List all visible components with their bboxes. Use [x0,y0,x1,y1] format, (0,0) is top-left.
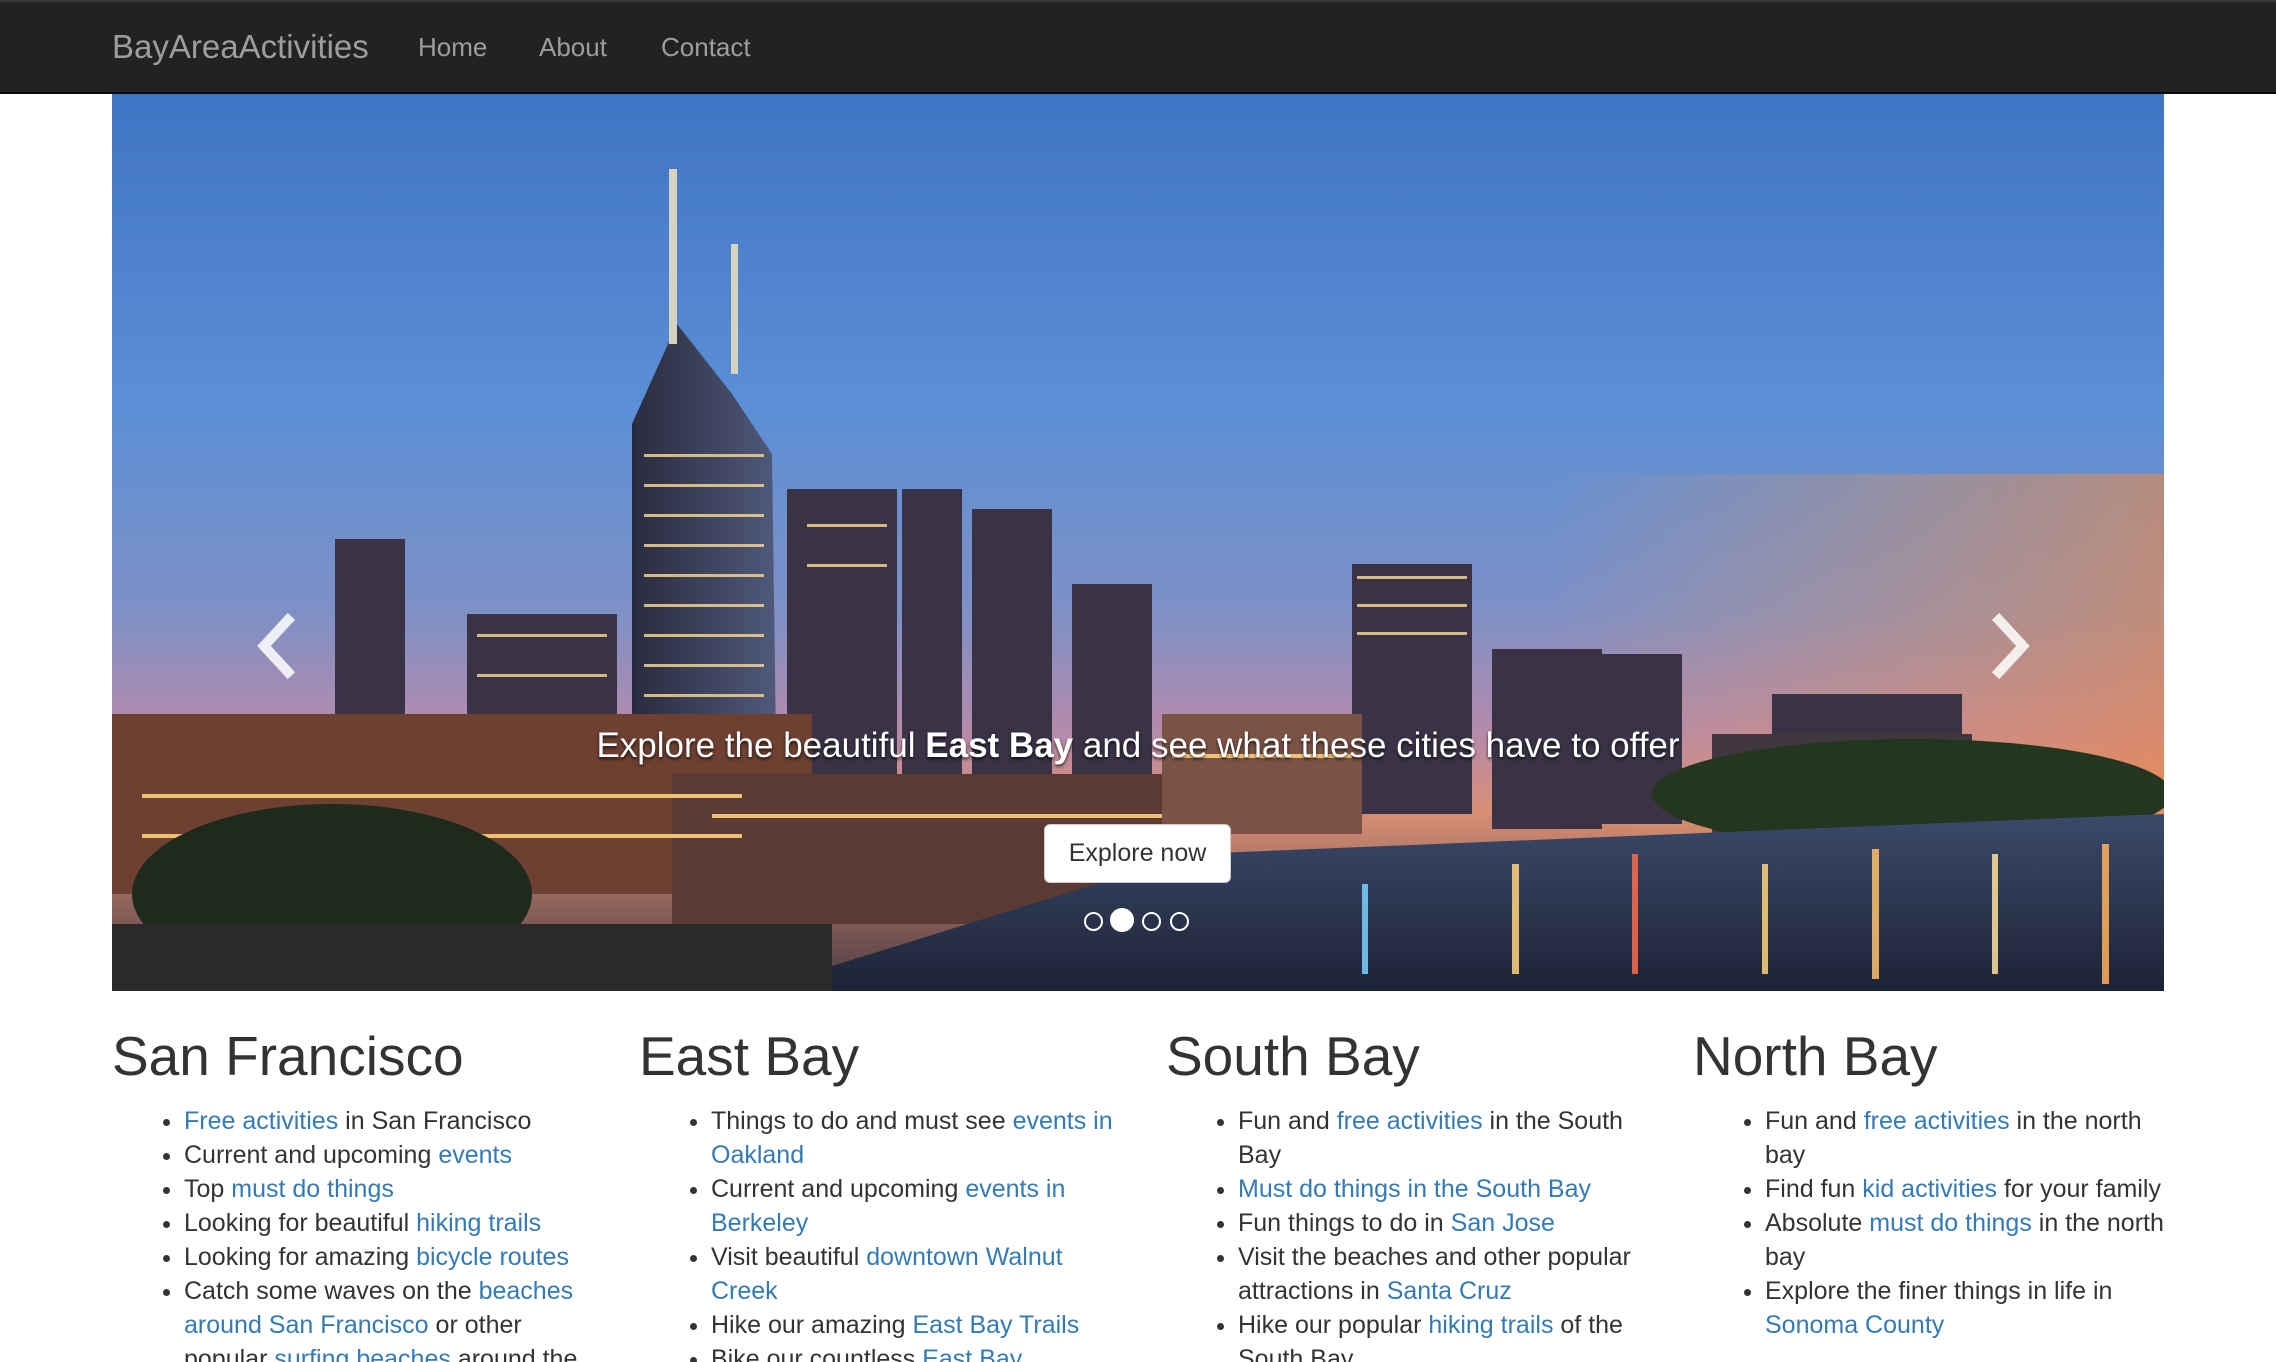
explore-now-button[interactable]: Explore now [1044,824,1231,883]
list-text: Catch some waves on the [184,1277,479,1305]
carousel-next-control[interactable] [1979,606,2039,686]
list-text: Fun things to do in [1238,1209,1451,1237]
region-column-east-bay: East Bay Things to do and must see event… [639,1020,1129,1362]
region-heading: North Bay [1693,1025,1938,1087]
list-text: Current and upcoming [184,1141,439,1169]
list-item: Hike our popular hiking trails of the So… [1238,1308,1656,1362]
list-text: Top [184,1175,232,1203]
list-item: Bike our countless East Bay [711,1342,1129,1362]
list-text: Things to do and must see [711,1107,1013,1135]
list-text: Current and upcoming [711,1175,966,1203]
activity-link[interactable]: bicycle routes [416,1243,569,1271]
activity-list: Things to do and must see events in Oakl… [639,1104,1129,1362]
list-item: Fun and free activities in the South Bay [1238,1104,1656,1172]
list-item: Fun things to do in San Jose [1238,1206,1656,1240]
list-item: Current and upcoming events [184,1138,602,1172]
list-text: Hike our popular [1238,1311,1429,1339]
list-item: Visit the beaches and other popular attr… [1238,1240,1656,1308]
list-text: Visit beautiful [711,1243,867,1271]
activity-link[interactable]: San Jose [1451,1209,1555,1237]
list-item: Top must do things [184,1172,602,1206]
carousel-indicator-2[interactable] [1110,908,1134,932]
list-text: Fun and [1765,1107,1864,1135]
list-item: Fun and free activities in the north bay [1765,1104,2183,1172]
activity-link[interactable]: kid activities [1862,1175,1997,1203]
activity-list: Free activities in San Francisco Current… [112,1104,602,1362]
list-item: Looking for amazing bicycle routes [184,1240,602,1274]
list-text: Looking for beautiful [184,1209,417,1237]
region-heading: East Bay [639,1025,860,1087]
region-heading: South Bay [1166,1025,1420,1087]
carousel-indicator-1[interactable] [1084,912,1103,931]
activity-link[interactable]: Santa Cruz [1387,1277,1512,1305]
list-text: in San Francisco [338,1107,532,1135]
chevron-right-icon [1991,612,2030,680]
carousel-indicator-3[interactable] [1142,912,1161,931]
caption-text-end: and see what these cities have to offer [1073,726,1680,765]
nav-about-link[interactable]: About [539,32,607,63]
list-item: Explore the finer things in life in Sono… [1765,1274,2183,1342]
activity-link[interactable]: free activities [1864,1107,2010,1135]
activity-list: Fun and free activities in the north bay… [1693,1104,2183,1342]
carousel-prev-control[interactable] [248,606,308,686]
navbar: BayAreaActivities Home About Contact [0,0,2276,94]
brand-link[interactable]: BayAreaActivities [112,28,369,66]
list-item: Current and upcoming events in Berkeley [711,1172,1129,1240]
list-text: Find fun [1765,1175,1863,1203]
list-item: Visit beautiful downtown Walnut Creek [711,1240,1129,1308]
activity-link[interactable]: surfing beaches [274,1345,451,1362]
carousel-indicator-4[interactable] [1170,912,1189,931]
activity-link[interactable]: Must do things in the South Bay [1238,1175,1591,1203]
activity-link[interactable]: Sonoma County [1765,1311,1944,1339]
list-text: Bike our countless [711,1345,923,1362]
activity-link[interactable]: must do things [231,1175,394,1203]
list-item: Things to do and must see events in Oakl… [711,1104,1129,1172]
list-item: Catch some waves on the beaches around S… [184,1274,602,1362]
list-text: Absolute [1765,1209,1870,1237]
activity-link[interactable]: free activities [1337,1107,1483,1135]
region-column-south-bay: South Bay Fun and free activities in the… [1166,1020,1656,1362]
hero-carousel: Explore the beautiful East Bay and see w… [112,94,2164,991]
activity-link[interactable]: must do things [1869,1209,2032,1237]
list-text: Explore the finer things in life in [1765,1277,2113,1305]
activity-link[interactable]: East Bay [922,1345,1022,1362]
list-text: Fun and [1238,1107,1337,1135]
region-column-san-francisco: San Francisco Free activities in San Fra… [112,1020,602,1362]
list-text: Looking for amazing [184,1243,417,1271]
nav-contact-link[interactable]: Contact [661,32,751,63]
list-item: Absolute must do things in the north bay [1765,1206,2183,1274]
caption-highlight: East Bay [925,726,1074,765]
list-item: Hike our amazing East Bay Trails [711,1308,1129,1342]
chevron-left-icon [257,612,296,680]
region-heading: San Francisco [112,1025,464,1087]
list-text: around the [450,1345,578,1362]
activity-link[interactable]: hiking trails [416,1209,541,1237]
list-text: Hike our amazing [711,1311,913,1339]
list-item: Looking for beautiful hiking trails [184,1206,602,1240]
activity-link[interactable]: East Bay Trails [912,1311,1079,1339]
nav-home-link[interactable]: Home [418,32,487,63]
activity-link[interactable]: events [438,1141,512,1169]
list-item: Free activities in San Francisco [184,1104,602,1138]
caption-text-start: Explore the beautiful [596,726,926,765]
activity-link[interactable]: hiking trails [1428,1311,1553,1339]
carousel-caption: Explore the beautiful East Bay and see w… [112,726,2164,766]
region-column-north-bay: North Bay Fun and free activities in the… [1693,1020,2183,1342]
activity-link[interactable]: Free activities [184,1107,338,1135]
list-item: Must do things in the South Bay [1238,1172,1656,1206]
list-item: Find fun kid activities for your family [1765,1172,2183,1206]
list-text: for your family [1997,1175,2161,1203]
activity-list: Fun and free activities in the South Bay… [1166,1104,1656,1362]
